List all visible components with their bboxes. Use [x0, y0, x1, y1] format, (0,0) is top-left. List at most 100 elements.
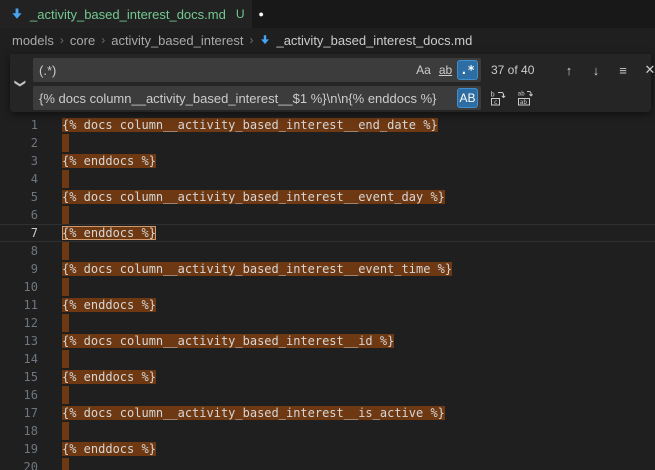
previous-match-button[interactable]: ↑	[558, 59, 580, 81]
tab-activity-based-interest-docs[interactable]: _activity_based_interest_docs.md U ●	[0, 0, 252, 28]
close-icon[interactable]: ✕	[639, 59, 655, 81]
find-in-selection-button[interactable]: ≡	[612, 59, 634, 81]
line-text[interactable]: {% enddocs %}	[38, 224, 156, 242]
preserve-case-button[interactable]: AB	[457, 88, 478, 108]
line-number[interactable]: 6	[0, 206, 38, 224]
line-text[interactable]: {% docs column__activity_based_interest_…	[38, 260, 452, 278]
line-number[interactable]: 15	[0, 368, 38, 386]
find-match-highlight: {% enddocs %}	[62, 442, 156, 456]
code-line[interactable]: 15 {% enddocs %}	[0, 368, 655, 386]
code-line[interactable]: 11 {% enddocs %}	[0, 296, 655, 314]
line-text[interactable]: {% docs column__activity_based_interest_…	[38, 404, 445, 422]
line-text[interactable]	[38, 458, 69, 470]
code-line[interactable]: 12	[0, 314, 655, 332]
code-line[interactable]: 19 {% enddocs %}	[0, 440, 655, 458]
line-number[interactable]: 20	[0, 458, 38, 470]
find-match-highlight: {% enddocs %}	[62, 370, 156, 384]
line-text[interactable]: {% enddocs %}	[38, 440, 156, 458]
line-text[interactable]: {% docs column__activity_based_interest_…	[38, 116, 438, 134]
line-text[interactable]	[38, 386, 69, 404]
line-text[interactable]	[38, 422, 69, 440]
line-number[interactable]: 19	[0, 440, 38, 458]
svg-text:c: c	[494, 98, 498, 106]
replace-one-button[interactable]: b c	[488, 88, 508, 108]
line-text[interactable]: {% enddocs %}	[38, 368, 156, 386]
line-number[interactable]: 18	[0, 422, 38, 440]
git-status-badge: U	[236, 7, 245, 21]
line-number[interactable]: 17	[0, 404, 38, 422]
line-number[interactable]: 11	[0, 296, 38, 314]
line-text[interactable]	[38, 170, 69, 188]
vscode-window: _activity_based_interest_docs.md U ● mod…	[0, 0, 655, 470]
find-match-highlight	[62, 314, 69, 332]
code-line[interactable]: 8	[0, 242, 655, 260]
toggle-replace-button[interactable]: ❯	[10, 54, 32, 112]
code-line[interactable]: 13 {% docs column__activity_based_interes…	[0, 332, 655, 350]
line-number[interactable]: 8	[0, 242, 38, 260]
find-match-highlight	[62, 386, 69, 404]
editor-content[interactable]: 1{% docs column__activity_based_interest…	[0, 116, 655, 470]
modified-dot-button[interactable]: ●	[259, 9, 264, 19]
breadcrumb-item-core[interactable]: core	[70, 33, 95, 48]
line-text[interactable]	[38, 314, 69, 332]
next-match-button[interactable]: ↓	[585, 59, 607, 81]
line-text[interactable]: {% enddocs %}	[38, 152, 156, 170]
whole-word-button[interactable]: ab	[435, 60, 456, 80]
code-line[interactable]: 14	[0, 350, 655, 368]
code-line[interactable]: 2	[0, 134, 655, 152]
find-match-highlight	[62, 206, 69, 224]
line-text[interactable]	[38, 350, 69, 368]
breadcrumb-item-models[interactable]: models	[12, 33, 54, 48]
line-text[interactable]	[38, 242, 69, 260]
match-case-button[interactable]: Aa	[413, 60, 434, 80]
line-number[interactable]: 2	[0, 134, 38, 152]
line-number[interactable]: 12	[0, 314, 38, 332]
line-number[interactable]: 10	[0, 278, 38, 296]
find-match-highlight	[62, 134, 69, 152]
line-text[interactable]: {% docs column__activity_based_interest_…	[38, 332, 394, 350]
line-text[interactable]: {% docs column__activity_based_interest_…	[38, 188, 445, 206]
line-text[interactable]: {% enddocs %}	[38, 296, 156, 314]
breadcrumb-item-activity-based-interest[interactable]: activity_based_interest	[111, 33, 243, 48]
find-match-highlight: {% enddocs %}	[62, 298, 156, 312]
code-line[interactable]: 7{% enddocs %}	[0, 224, 655, 242]
chevron-right-icon: ›	[60, 33, 64, 47]
code-line[interactable]: 20	[0, 458, 655, 470]
line-text[interactable]	[38, 134, 69, 152]
regex-button[interactable]: .*	[457, 60, 478, 80]
line-number[interactable]: 4	[0, 170, 38, 188]
code-line[interactable]: 18	[0, 422, 655, 440]
line-number[interactable]: 7	[0, 224, 38, 242]
code-line[interactable]: 3{% enddocs %}	[0, 152, 655, 170]
code-line[interactable]: 10	[0, 278, 655, 296]
code-line[interactable]: 1{% docs column__activity_based_interest…	[0, 116, 655, 134]
tab-filename: _activity_based_interest_docs.md	[30, 7, 226, 22]
markdown-arrow-icon	[10, 7, 24, 21]
line-number[interactable]: 13	[0, 332, 38, 350]
line-number[interactable]: 16	[0, 386, 38, 404]
code-line[interactable]: 16	[0, 386, 655, 404]
line-number[interactable]: 1	[0, 116, 38, 134]
line-number[interactable]: 14	[0, 350, 38, 368]
code-line[interactable]: 4	[0, 170, 655, 188]
replace-input[interactable]	[33, 91, 456, 106]
line-number[interactable]: 5	[0, 188, 38, 206]
find-match-highlight	[62, 350, 69, 368]
breadcrumb-item-file[interactable]: _activity_based_interest_docs.md	[259, 33, 472, 48]
find-replace-widget: ❯ Aa ab .* 37 of 40 ↑ ↓ ≡ ✕ AB b	[10, 54, 651, 112]
replace-all-button[interactable]: ab ab	[515, 88, 535, 108]
find-match-highlight	[62, 422, 69, 440]
line-number[interactable]: 3	[0, 152, 38, 170]
line-number[interactable]: 9	[0, 260, 38, 278]
find-match-highlight: {% docs column__activity_based_interest_…	[62, 334, 394, 348]
line-text[interactable]	[38, 206, 69, 224]
markdown-arrow-icon	[259, 34, 271, 46]
code-line[interactable]: 17{% docs column__activity_based_interes…	[0, 404, 655, 422]
line-text[interactable]	[38, 278, 69, 296]
code-line[interactable]: 5{% docs column__activity_based_interest…	[0, 188, 655, 206]
code-line[interactable]: 9{% docs column__activity_based_interest…	[0, 260, 655, 278]
breadcrumb: models › core › activity_based_interest …	[0, 28, 655, 52]
find-match-highlight	[62, 278, 69, 296]
code-line[interactable]: 6	[0, 206, 655, 224]
find-input[interactable]	[33, 63, 412, 78]
